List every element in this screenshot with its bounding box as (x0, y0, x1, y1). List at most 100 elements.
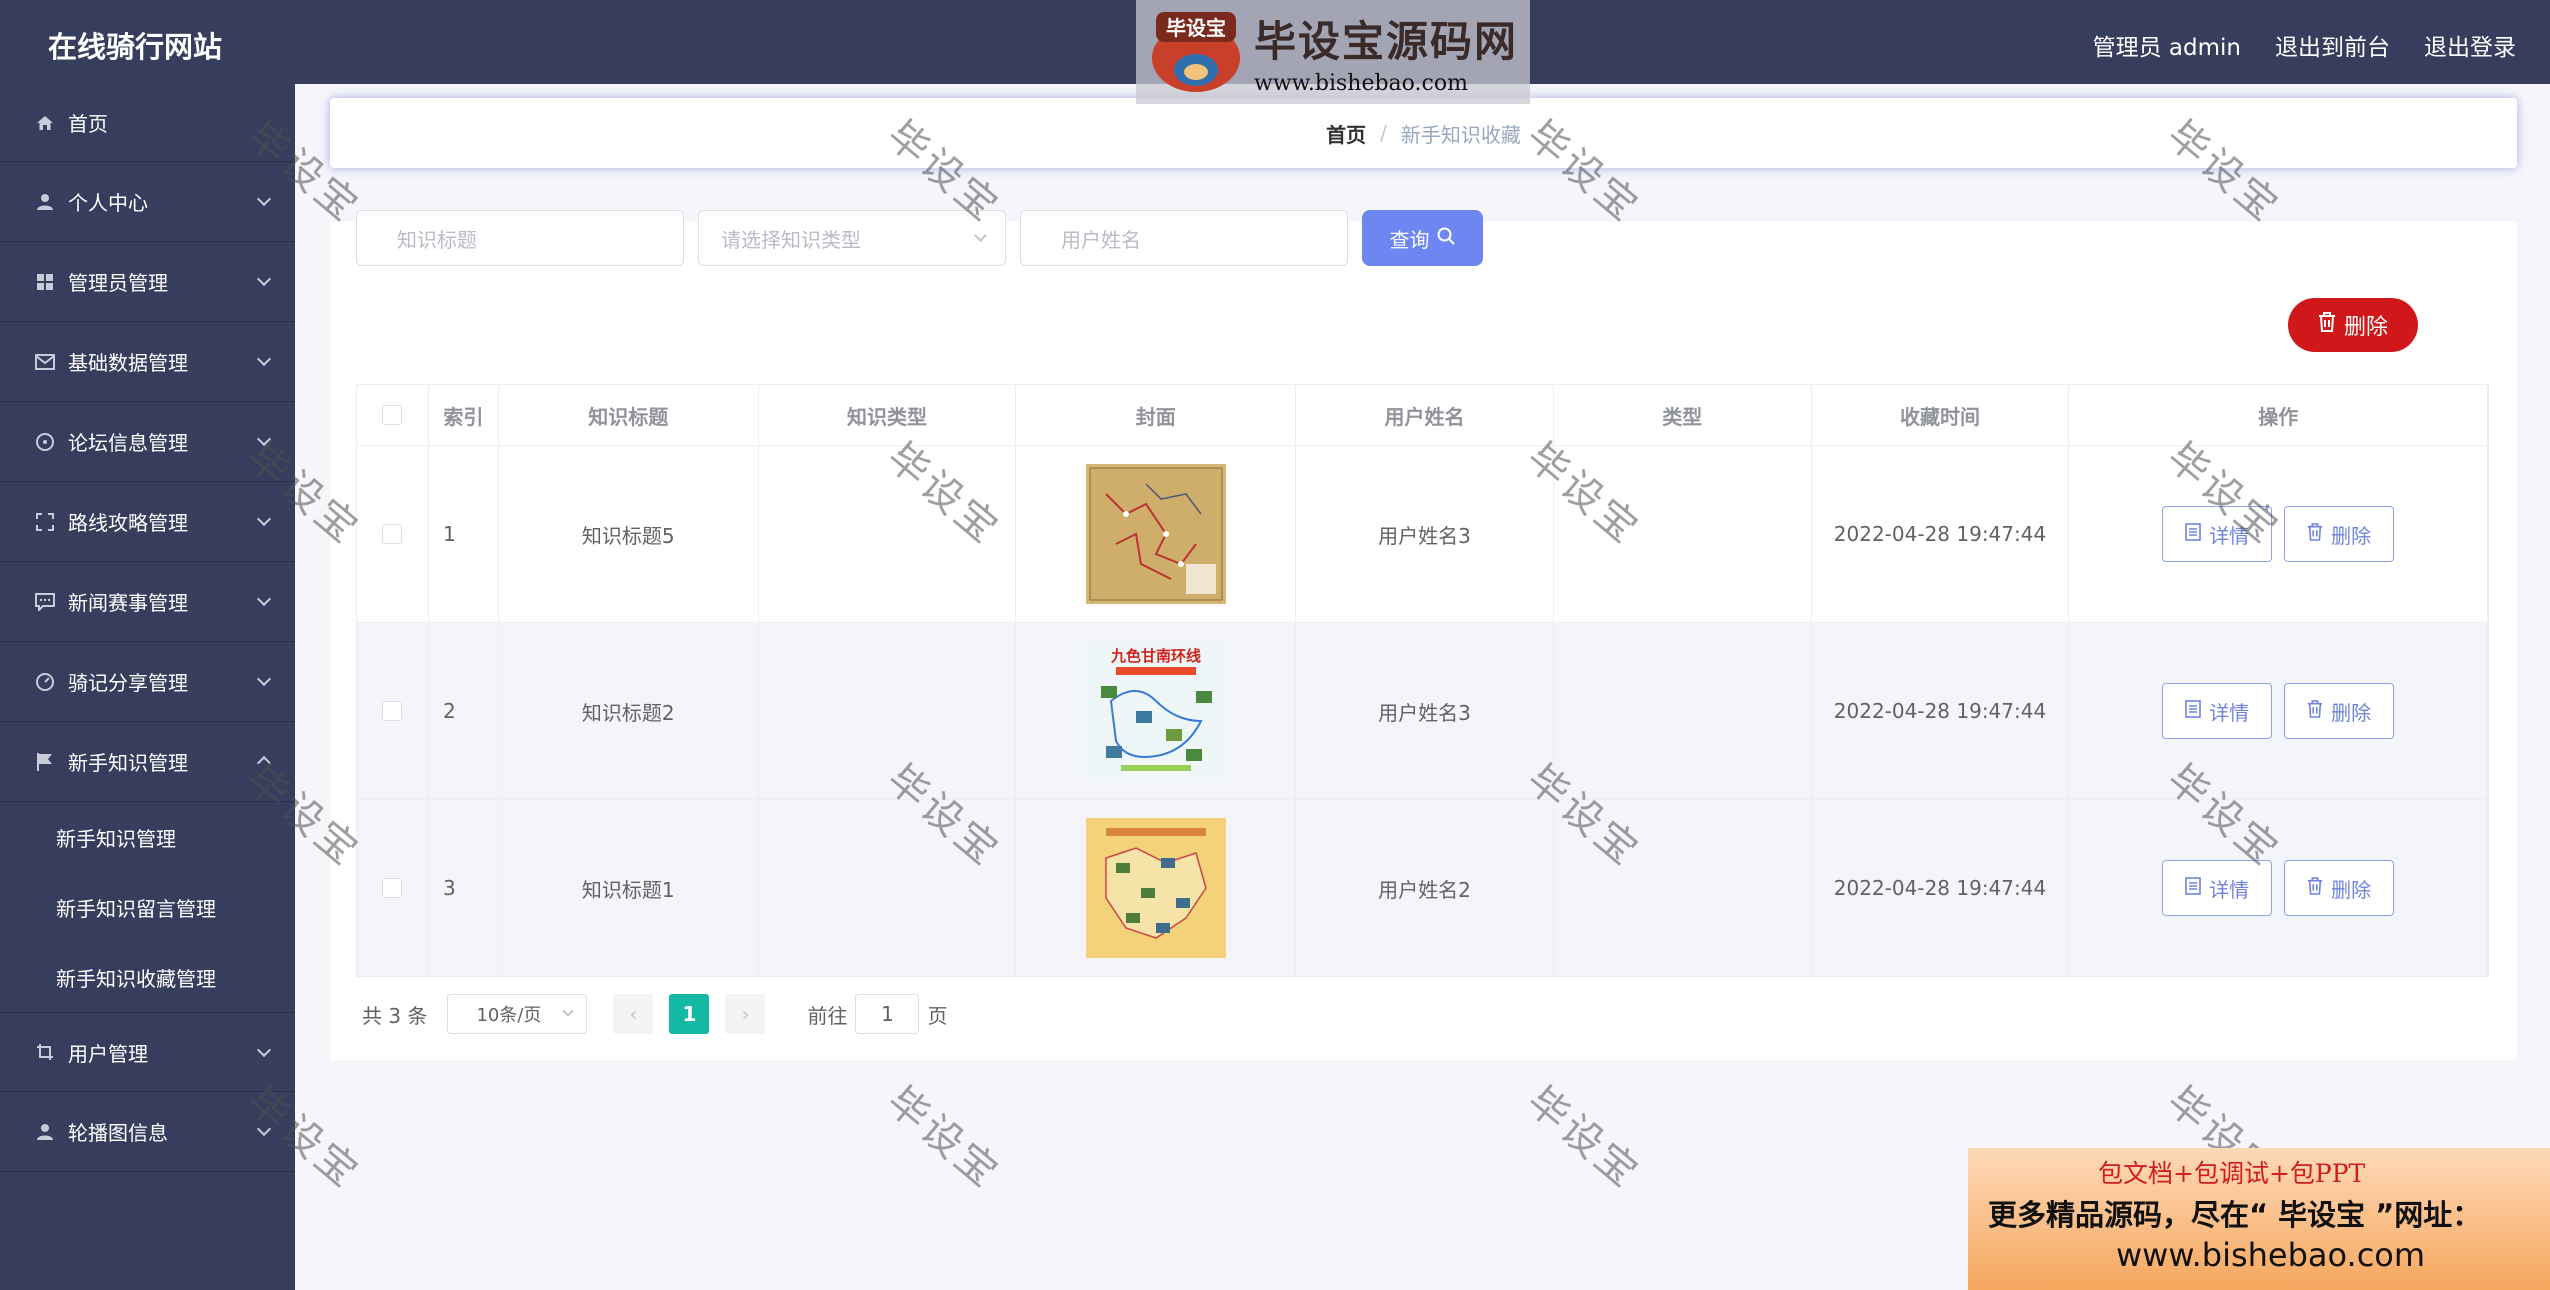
delete-button[interactable]: 删除 (2284, 860, 2395, 916)
cover-image[interactable] (1085, 818, 1226, 958)
header-type: 类型 (1554, 385, 1812, 445)
row-favorite-time: 2022-04-28 19:47:44 (1812, 623, 2070, 799)
chevron-down-icon (974, 229, 987, 242)
sidebar-item-news[interactable]: 新闻赛事管理 (0, 562, 295, 642)
pagination-total: 共 3 条 (362, 1003, 428, 1028)
submenu-item-knowledge[interactable]: 新手知识管理 (0, 802, 295, 872)
sidebar-item-profile[interactable]: 个人中心 (0, 162, 295, 242)
delete-label: 删除 (2331, 700, 2372, 725)
sidebar-item-routes[interactable]: 路线攻略管理 (0, 482, 295, 562)
row-actions: 详情 删除 (2069, 800, 2488, 976)
chevron-right-icon: › (741, 1002, 750, 1026)
chevron-down-icon (256, 671, 272, 687)
cover-image[interactable]: 九色甘南环线 (1085, 641, 1226, 781)
delete-button[interactable]: 删除 (2284, 506, 2395, 562)
row-cover-cell: 九色甘南环线 (1016, 623, 1297, 799)
sidebar-item-basic-data[interactable]: 基础数据管理 (0, 322, 295, 402)
chevron-left-icon: ‹ (629, 1002, 638, 1026)
compass-icon (34, 431, 56, 453)
sidebar-item-home[interactable]: 首页 (0, 84, 295, 162)
row-select-cell (357, 446, 429, 622)
pagination: 共 3 条 10条/页 ‹ 1 › 前往 1 页 (362, 994, 947, 1034)
favorites-table: 索引 知识标题 知识类型 封面 用户姓名 类型 收藏时间 操作 1 知识标题5 … (356, 384, 2489, 977)
watermark-text: 毕设宝 (878, 1078, 1009, 1199)
document-icon (2185, 699, 2201, 723)
next-page-button[interactable]: › (725, 994, 766, 1034)
detail-button[interactable]: 详情 (2162, 506, 2273, 562)
header-knowledge-type: 知识类型 (759, 385, 1017, 445)
search-icon (1436, 226, 1456, 251)
breadcrumb-separator: / (1380, 121, 1387, 145)
page-number-current[interactable]: 1 (669, 994, 710, 1034)
page-size-select[interactable]: 10条/页 (447, 994, 588, 1034)
ad-line-2: 更多精品源码，尽在“ 毕设宝 ”网址： (1988, 1198, 2482, 1232)
header-cover: 封面 (1016, 385, 1297, 445)
sidebar-item-label: 轮播图信息 (68, 1121, 168, 1145)
chevron-down-icon (256, 271, 272, 287)
batch-delete-button[interactable]: 删除 (2288, 298, 2418, 352)
query-button[interactable]: 查询 (1362, 210, 1483, 266)
sidebar-item-rides[interactable]: 骑记分享管理 (0, 642, 295, 722)
user-search-input[interactable]: 用户姓名 (1020, 210, 1348, 266)
breadcrumb-home[interactable]: 首页 (1326, 119, 1366, 148)
delete-button[interactable]: 删除 (2284, 683, 2395, 739)
submenu-item-knowledge-comments[interactable]: 新手知识留言管理 (0, 872, 295, 942)
back-to-front-link[interactable]: 退出到前台 (2275, 28, 2390, 62)
row-type (1554, 623, 1812, 799)
row-checkbox[interactable] (382, 878, 403, 898)
goto-page-input[interactable]: 1 (855, 994, 920, 1034)
title-search-input[interactable]: 知识标题 (356, 210, 684, 266)
row-index: 1 (429, 446, 499, 622)
header-index: 索引 (429, 385, 499, 445)
header-title: 知识标题 (499, 385, 759, 445)
sidebar-item-knowledge[interactable]: 新手知识管理 (0, 722, 295, 802)
admin-label: 管理员 admin (2092, 35, 2241, 61)
sidebar: 首页 个人中心 管理员管理 基础数据管理 论坛信息管理 路线攻略管理 新闻赛事管… (0, 84, 295, 1290)
ad-banner[interactable]: 包文档+包调试+包PPT 更多精品源码，尽在“ 毕设宝 ”网址： www.bis… (1968, 1148, 2550, 1290)
chevron-down-icon (256, 191, 272, 207)
logout-link[interactable]: 退出登录 (2424, 28, 2516, 62)
row-knowledge-type (759, 623, 1017, 799)
table-header: 索引 知识标题 知识类型 封面 用户姓名 类型 收藏时间 操作 (356, 384, 2489, 446)
sidebar-item-users[interactable]: 用户管理 (0, 1012, 295, 1092)
row-title: 知识标题1 (499, 800, 759, 976)
header-actions: 操作 (2069, 385, 2489, 445)
table-row: 1 知识标题5 用户姓名3 2022-04-28 19:47:44 详情 删除 (356, 446, 2489, 623)
query-button-label: 查询 (1389, 227, 1430, 252)
row-index: 3 (429, 800, 499, 976)
row-user-name: 用户姓名3 (1296, 446, 1554, 622)
row-cover-cell (1016, 446, 1297, 622)
document-icon (2185, 522, 2201, 546)
detail-label: 详情 (2209, 523, 2250, 548)
prev-page-button[interactable]: ‹ (613, 994, 654, 1034)
detail-button[interactable]: 详情 (2162, 683, 2273, 739)
row-title: 知识标题5 (499, 446, 759, 622)
crop-icon (34, 1041, 56, 1063)
delete-label: 删除 (2331, 877, 2372, 902)
row-actions: 详情 删除 (2069, 623, 2488, 799)
row-knowledge-type (759, 446, 1017, 622)
cover-image[interactable] (1085, 464, 1226, 604)
select-all-checkbox[interactable] (382, 405, 403, 425)
header-user-name: 用户姓名 (1296, 385, 1554, 445)
sidebar-item-forum[interactable]: 论坛信息管理 (0, 402, 295, 482)
header-favorite-time: 收藏时间 (1812, 385, 2070, 445)
sidebar-item-carousel[interactable]: 轮播图信息 (0, 1092, 295, 1172)
chevron-up-icon (256, 755, 272, 771)
chevron-down-icon (256, 431, 272, 447)
row-user-name: 用户姓名3 (1296, 623, 1554, 799)
sidebar-item-label: 新闻赛事管理 (68, 591, 188, 615)
trash-icon (2318, 312, 2336, 338)
type-select[interactable]: 请选择知识类型 (698, 210, 1006, 266)
batch-delete-label: 删除 (2343, 315, 2388, 340)
row-checkbox[interactable] (382, 524, 403, 544)
sidebar-item-label: 基础数据管理 (68, 351, 188, 375)
row-checkbox[interactable] (382, 701, 403, 721)
submenu-item-knowledge-favorites[interactable]: 新手知识收藏管理 (0, 942, 295, 1012)
chevron-down-icon (256, 351, 272, 367)
detail-button[interactable]: 详情 (2162, 860, 2273, 916)
sidebar-item-admins[interactable]: 管理员管理 (0, 242, 295, 322)
table-row: 3 知识标题1 用户姓名2 2022-04-28 19:47:44 详情 删除 (356, 800, 2489, 977)
sidebar-item-label: 用户管理 (68, 1041, 148, 1066)
cover-title-text: 九色甘南环线 (1110, 647, 1201, 665)
